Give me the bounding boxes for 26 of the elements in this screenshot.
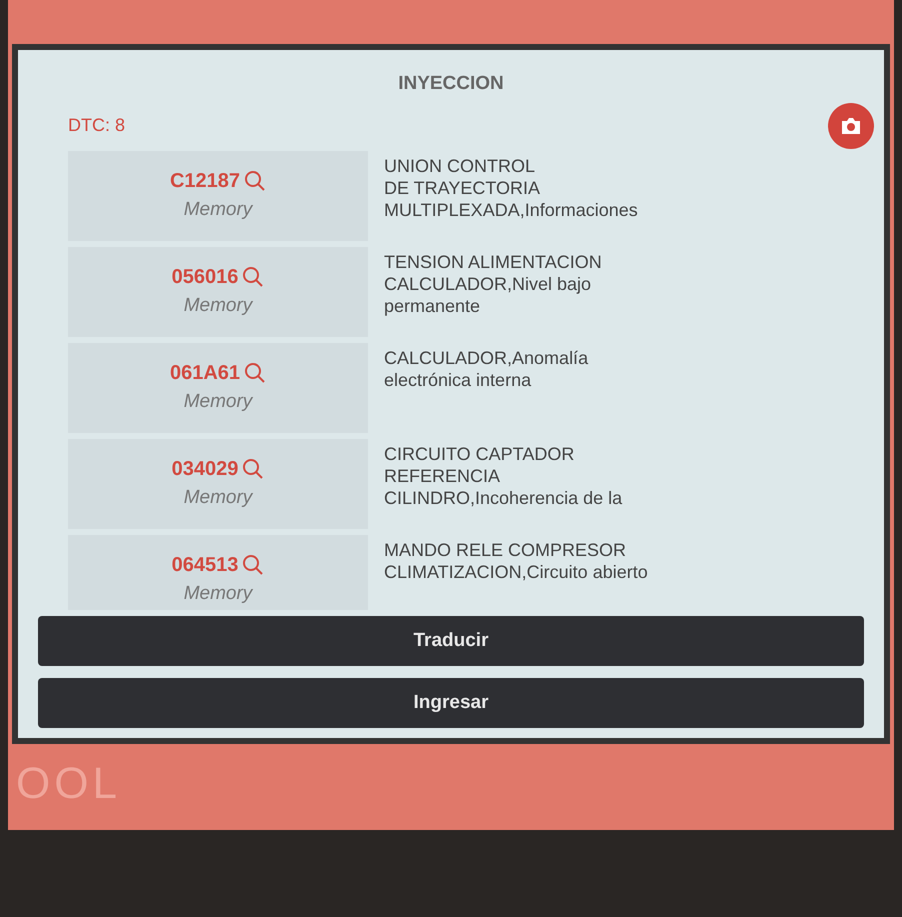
- dtc-code: 034029: [172, 457, 238, 482]
- search-icon[interactable]: [242, 266, 264, 288]
- search-icon[interactable]: [244, 170, 266, 192]
- dtc-description: TENSION ALIMENTACION CALCULADOR,Nivel bajo permanente: [383, 250, 603, 318]
- dtc-count: DTC: 8: [68, 114, 126, 137]
- dtc-code: C12187: [170, 169, 240, 194]
- dtc-status: Memory: [184, 294, 252, 318]
- camera-button[interactable]: [828, 102, 874, 148]
- search-icon[interactable]: [242, 458, 264, 480]
- dtc-description: CALCULADOR,Anomalía electrónica interna: [383, 346, 590, 392]
- dtc-code: 056016: [172, 265, 238, 290]
- dtc-description: CIRCUITO CAPTADOR REFERENCIA CILINDRO,Incoherencia de la: [383, 442, 624, 510]
- search-icon[interactable]: [244, 362, 266, 384]
- dtc-status: Memory: [184, 390, 252, 414]
- search-icon[interactable]: [242, 554, 264, 576]
- dtc-description: MANDO RELE COMPRESOR CLIMATIZACION,Circuito abierto: [383, 538, 649, 584]
- dtc-status: Memory: [184, 486, 252, 510]
- screen-title: INYECCION: [398, 72, 504, 96]
- dtc-code: 064513: [172, 553, 238, 578]
- dtc-code: 061A61: [170, 361, 240, 386]
- dtc-status: Memory: [184, 582, 252, 606]
- dtc-status: Memory: [184, 198, 252, 222]
- camera-icon: [840, 116, 862, 134]
- dtc-description: UNION CONTROL DE TRAYECTORIA MULTIPLEXADA,Informaciones: [383, 154, 639, 222]
- action-button[interactable]: Ingresar: [38, 678, 864, 728]
- action-button[interactable]: Traducir: [38, 616, 864, 666]
